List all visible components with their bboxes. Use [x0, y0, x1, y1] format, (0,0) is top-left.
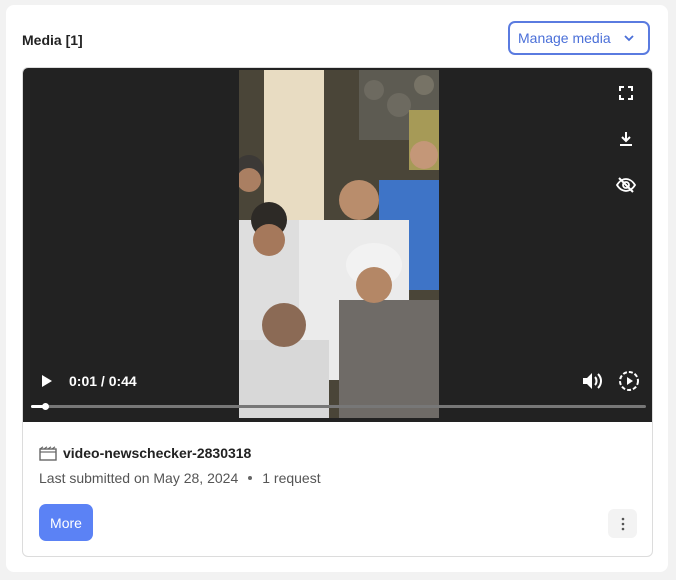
- file-info: video-newschecker-2830318: [39, 445, 251, 461]
- submitted-date: Last submitted on May 28, 2024: [39, 470, 239, 486]
- manage-media-button[interactable]: Manage media: [508, 21, 650, 55]
- request-count: 1 request: [262, 470, 321, 486]
- chevron-down-icon: [624, 35, 634, 42]
- progress-bar[interactable]: [31, 403, 646, 410]
- more-button[interactable]: More: [39, 504, 93, 541]
- separator-dot: [248, 476, 253, 480]
- time-display: 0:01 / 0:44: [69, 373, 137, 389]
- fullscreen-icon[interactable]: [619, 86, 633, 100]
- video-player[interactable]: 0:01 / 0:44: [23, 68, 652, 422]
- media-title: Media [1]: [22, 32, 83, 48]
- volume-icon[interactable]: [582, 371, 604, 391]
- video-file-icon: [39, 445, 57, 461]
- manage-media-label: Manage media: [518, 30, 611, 46]
- video-frame: [239, 70, 439, 418]
- video-still-image: [239, 70, 439, 418]
- submission-meta: Last submitted on May 28, 2024 1 request: [39, 470, 321, 486]
- media-item: 0:01 / 0:44 video-newschecker-2830318 La…: [22, 67, 653, 557]
- more-options-button[interactable]: [608, 509, 637, 538]
- playback-speed-icon[interactable]: [618, 370, 640, 392]
- play-icon[interactable]: [41, 374, 53, 388]
- progress-thumb[interactable]: [42, 403, 49, 410]
- file-name: video-newschecker-2830318: [63, 445, 252, 461]
- more-vert-icon: [621, 517, 624, 530]
- hide-icon[interactable]: [616, 177, 636, 193]
- download-icon[interactable]: [619, 131, 633, 147]
- media-card: Media [1] Manage media 0:01 / 0:44 video…: [6, 5, 668, 572]
